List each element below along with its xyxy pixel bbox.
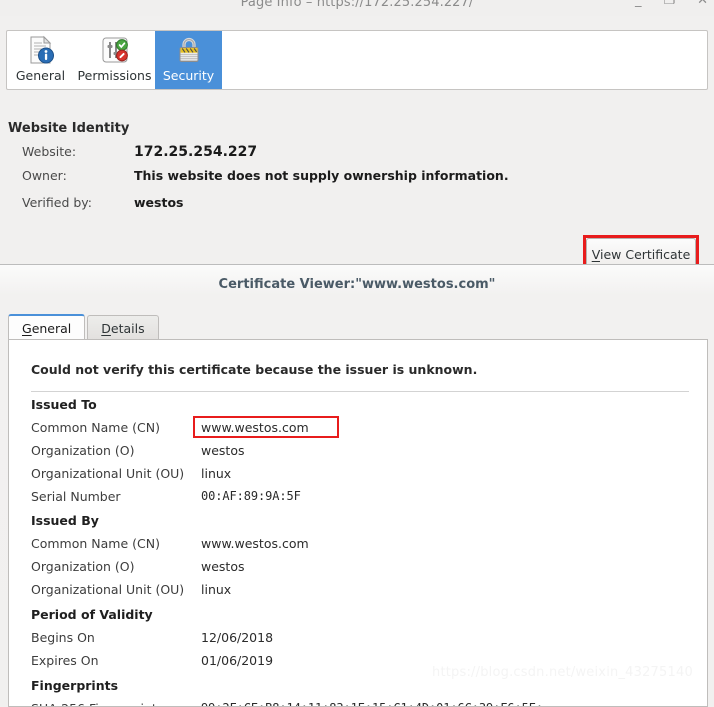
toolbar-item-general[interactable]: General bbox=[7, 31, 74, 89]
tab-general-label: eneral bbox=[31, 320, 72, 336]
field-value: 00:AF:89:9A:5F bbox=[201, 489, 301, 503]
group-heading-fingerprints: Fingerprints bbox=[31, 678, 119, 693]
page-info-pane: General Permissions Security Website Ide… bbox=[0, 16, 714, 273]
tab-details-mnemonic: D bbox=[101, 320, 111, 336]
field-value: 99:2F:CE:B8:14:11:83:1E:15:C1:4D:01:6C:3… bbox=[201, 701, 543, 706]
tab-details[interactable]: Details bbox=[87, 315, 159, 340]
certificate-tabstrip: General Details bbox=[8, 314, 708, 340]
toolbar-item-permissions-label: Permissions bbox=[77, 68, 152, 83]
group-heading-issued-to: Issued To bbox=[31, 397, 97, 412]
identity-value-verified-by: westos bbox=[134, 195, 184, 210]
watermark-text: https://blog.csdn.net/weixin_43275140 bbox=[432, 665, 693, 680]
toolbar-item-security[interactable]: Security bbox=[155, 31, 222, 89]
certificate-general-panel: Could not verify this certificate becaus… bbox=[8, 339, 708, 707]
field-key: Common Name (CN) bbox=[31, 420, 160, 435]
minimize-icon[interactable]: _ bbox=[635, 0, 642, 8]
page-info-toolbar: General Permissions Security bbox=[6, 30, 708, 90]
website-identity-heading: Website Identity bbox=[8, 121, 130, 136]
field-row-serial-number: Serial Number 00:AF:89:9A:5F bbox=[31, 489, 691, 511]
toolbar-item-general-label: General bbox=[15, 68, 66, 83]
close-icon[interactable]: ✕ bbox=[697, 0, 708, 8]
field-row-sha256-fingerprint: SHA-256 Fingerprint 99:2F:CE:B8:14:11:83… bbox=[31, 701, 691, 706]
field-value: 01/06/2019 bbox=[201, 653, 274, 668]
window-controls: _ ❐ ✕ bbox=[635, 0, 708, 8]
field-key: Begins On bbox=[31, 630, 95, 645]
field-value: linux bbox=[201, 466, 232, 481]
toolbar-item-permissions[interactable]: Permissions bbox=[74, 31, 155, 89]
field-value: westos bbox=[201, 559, 245, 574]
field-key: Organizational Unit (OU) bbox=[31, 582, 185, 597]
field-value: 12/06/2018 bbox=[201, 630, 274, 645]
group-heading-issued-by: Issued By bbox=[31, 513, 99, 528]
identity-label-owner: Owner: bbox=[22, 168, 67, 183]
toolbar-item-security-label: Security bbox=[162, 68, 215, 83]
identity-value-owner: This website does not supply ownership i… bbox=[134, 168, 509, 183]
field-row-begins-on: Begins On 12/06/2018 bbox=[31, 630, 691, 652]
field-key: Organization (O) bbox=[31, 443, 135, 458]
field-key: Common Name (CN) bbox=[31, 536, 160, 551]
field-key: Expires On bbox=[31, 653, 99, 668]
field-key: SHA-256 Fingerprint bbox=[31, 701, 157, 706]
field-value: linux bbox=[201, 582, 232, 597]
field-row-issued-to-ou: Organizational Unit (OU) linux bbox=[31, 466, 691, 488]
window-titlebar: Page Info – https://172.25.254.227/ _ ❐ … bbox=[0, 0, 714, 16]
document-info-icon bbox=[27, 35, 55, 65]
field-value: westos bbox=[201, 443, 245, 458]
tab-details-label: etails bbox=[110, 320, 145, 336]
tab-general[interactable]: General bbox=[8, 314, 86, 340]
field-row-issued-to-o: Organization (O) westos bbox=[31, 443, 691, 465]
maximize-icon[interactable]: ❐ bbox=[663, 0, 675, 8]
field-value: www.westos.com bbox=[201, 420, 309, 435]
tab-general-mnemonic: G bbox=[22, 320, 32, 336]
certificate-notice: Could not verify this certificate becaus… bbox=[31, 362, 478, 377]
identity-label-website: Website: bbox=[22, 144, 77, 159]
notice-divider bbox=[31, 391, 689, 392]
padlock-icon bbox=[176, 35, 202, 65]
window-title: Page Info – https://172.25.254.227/ bbox=[240, 0, 474, 10]
field-value: www.westos.com bbox=[201, 536, 309, 551]
field-row-issued-to-cn: Common Name (CN) www.westos.com bbox=[31, 416, 691, 442]
field-key: Serial Number bbox=[31, 489, 121, 504]
field-key: Organizational Unit (OU) bbox=[31, 466, 185, 481]
certificate-viewer-pane: Certificate Viewer:"www.westos.com" Gene… bbox=[0, 265, 714, 707]
field-row-issued-by-ou: Organizational Unit (OU) linux bbox=[31, 582, 691, 604]
identity-value-website: 172.25.254.227 bbox=[134, 144, 258, 160]
group-heading-period-of-validity: Period of Validity bbox=[31, 607, 153, 622]
field-row-issued-by-cn: Common Name (CN) www.westos.com bbox=[31, 536, 691, 558]
field-key: Organization (O) bbox=[31, 559, 135, 574]
identity-label-verified-by: Verified by: bbox=[22, 195, 92, 210]
permissions-sliders-icon bbox=[100, 35, 130, 65]
field-row-issued-by-o: Organization (O) westos bbox=[31, 559, 691, 581]
certificate-viewer-title: Certificate Viewer:"www.westos.com" bbox=[218, 277, 496, 292]
